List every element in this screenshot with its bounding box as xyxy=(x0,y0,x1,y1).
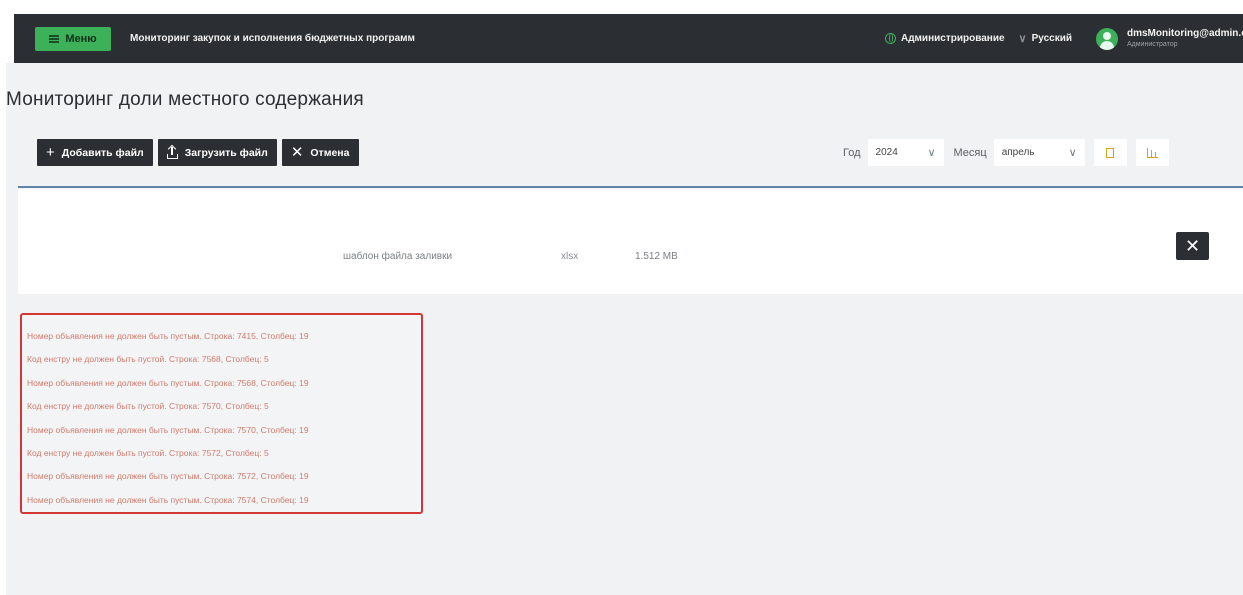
error-message: Номер объявления не должен быть пустым. … xyxy=(27,331,309,341)
main-content: Мониторинг доли местного содержания + До… xyxy=(6,63,1243,595)
language-label: Русский xyxy=(1031,33,1072,44)
section-divider xyxy=(18,186,1243,188)
close-icon: ✕ xyxy=(290,144,304,161)
cancel-button[interactable]: ✕ Отмена xyxy=(281,139,359,166)
document-icon xyxy=(1106,147,1115,158)
menu-button-label: Меню xyxy=(65,32,97,45)
file-toolbar: + Добавить файл Загрузить файл ✕ Отмена xyxy=(37,139,359,166)
language-selector[interactable]: ∨ Русский xyxy=(1019,32,1072,45)
user-role: Администратор xyxy=(1127,40,1178,48)
year-select[interactable]: 2024 ∨ xyxy=(867,139,944,166)
period-filters: Год 2024 ∨ Месяц апрель ∨ xyxy=(843,139,1169,166)
upload-file-button[interactable]: Загрузить файл xyxy=(157,139,277,166)
globe-icon xyxy=(884,33,896,44)
add-file-label: Добавить файл xyxy=(61,146,144,159)
menu-button[interactable]: Меню xyxy=(35,26,111,51)
chevron-down-icon: ∨ xyxy=(1068,147,1077,159)
error-message: Номер объявления не должен быть пустым. … xyxy=(27,377,309,388)
uploaded-file-row: шаблон файла заливки xlsx 1.512 MB ✕ xyxy=(18,189,1243,294)
file-extension: xlsx xyxy=(561,251,579,262)
page-title: Мониторинг доли местного содержания xyxy=(6,89,364,110)
error-message: Номер объявления не должен быть пустым. … xyxy=(27,494,309,505)
remove-file-button[interactable]: ✕ xyxy=(1176,232,1209,260)
user-avatar-icon[interactable] xyxy=(1096,27,1118,50)
top-navbar: Меню Мониторинг закупок и исполнения бюд… xyxy=(14,14,1243,63)
error-message: Номер объявления не должен быть пустым. … xyxy=(27,471,309,482)
export-chart-button[interactable] xyxy=(1135,139,1169,166)
bar-chart-icon xyxy=(1146,147,1158,158)
admin-menu-label: Администрирование xyxy=(900,33,1005,44)
user-info[interactable]: dmsMonitoring@admin.com Администратор xyxy=(1127,28,1243,50)
error-message: Код енстру не должен быть пустой. Строка… xyxy=(27,448,269,459)
upload-icon xyxy=(166,144,178,159)
year-label: Год xyxy=(843,146,861,159)
error-message: Код енстру не должен быть пустой. Строка… xyxy=(27,401,269,412)
export-document-button[interactable] xyxy=(1093,139,1127,166)
error-message: Код енстру не должен быть пустой. Строка… xyxy=(27,354,269,365)
cancel-label: Отмена xyxy=(310,146,350,159)
validation-errors: Номер объявления не должен быть пустым. … xyxy=(20,313,423,514)
month-value: апрель xyxy=(1001,147,1035,158)
close-icon: ✕ xyxy=(1184,235,1201,256)
month-label: Месяц xyxy=(953,146,987,159)
admin-menu-link[interactable]: Администрирование xyxy=(884,33,1005,44)
file-name: шаблон файла заливки xyxy=(343,251,453,262)
menu-icon xyxy=(49,34,60,43)
app-title[interactable]: Мониторинг закупок и исполнения бюджетны… xyxy=(130,33,415,44)
chevron-down-icon: ∨ xyxy=(1018,33,1027,45)
add-file-button[interactable]: + Добавить файл xyxy=(37,139,153,166)
user-email: dmsMonitoring@admin.com xyxy=(1127,27,1243,39)
error-message: Номер объявления не должен быть пустым. … xyxy=(27,424,309,435)
chevron-down-icon: ∨ xyxy=(927,147,936,159)
year-value: 2024 xyxy=(875,147,898,158)
plus-icon: + xyxy=(46,144,55,161)
file-size: 1.512 MB xyxy=(635,251,678,262)
navbar-right: Администрирование ∨ Русский dmsMonitorin… xyxy=(884,14,1243,63)
upload-file-label: Загрузить файл xyxy=(184,146,268,159)
month-select[interactable]: апрель ∨ xyxy=(993,139,1085,166)
